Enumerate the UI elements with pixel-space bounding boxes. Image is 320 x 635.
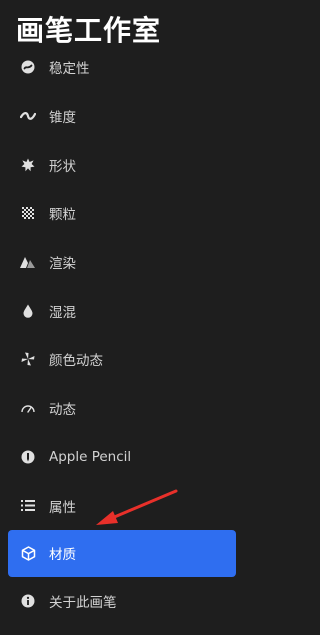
menu-item-label: 材质 [49, 547, 76, 564]
material-cube-icon [20, 545, 36, 561]
shape-burst-icon [20, 157, 36, 173]
menu-item-grain[interactable]: 颗粒 [0, 189, 244, 238]
brush-studio-panel: 画笔工作室 稳定性 锥度 形状 颗粒 渲染 湿混 颜色动态 动态 Apple P… [0, 0, 244, 635]
menu-item-dynamics[interactable]: 动态 [0, 384, 244, 433]
menu-item-label: 稳定性 [49, 61, 90, 78]
menu-item-shape[interactable]: 形状 [0, 140, 244, 189]
menu-item-properties[interactable]: 属性 [0, 481, 244, 530]
menu-item-label: 属性 [49, 499, 76, 516]
menu-item-label: 关于此画笔 [49, 595, 117, 612]
taper-wave-icon [20, 108, 36, 124]
rendering-icon [20, 254, 36, 270]
info-icon [20, 593, 36, 609]
menu-item-label: 动态 [49, 402, 76, 419]
menu-item-taper[interactable]: 锥度 [0, 92, 244, 141]
menu-item-label: 颗粒 [49, 207, 76, 224]
menu-item-apple-pencil[interactable]: Apple Pencil [0, 433, 244, 482]
menu-item-about-brush[interactable]: 关于此画笔 [0, 577, 244, 626]
properties-list-icon [20, 498, 36, 514]
menu-item-label: 湿混 [49, 304, 76, 321]
menu-item-label: 颜色动态 [49, 353, 103, 370]
menu-item-material[interactable]: 材质 [8, 529, 236, 577]
menu-item-color-dynamics[interactable]: 颜色动态 [0, 335, 244, 384]
wet-mix-drop-icon [20, 303, 36, 319]
apple-pencil-icon [20, 449, 36, 465]
dynamics-gauge-icon [20, 400, 36, 416]
menu-item-wet-mix[interactable]: 湿混 [0, 286, 244, 335]
menu-item-label: Apple Pencil [49, 448, 132, 465]
menu-item-stabilization[interactable]: 稳定性 [0, 43, 244, 92]
menu-item-label: 形状 [49, 158, 76, 175]
grain-pattern-icon [20, 205, 36, 221]
menu-item-rendering[interactable]: 渲染 [0, 238, 244, 287]
menu-item-label: 锥度 [49, 110, 76, 127]
color-dynamics-icon [20, 351, 36, 367]
menu-item-label: 渲染 [49, 256, 76, 273]
brush-studio-menu: 稳定性 锥度 形状 颗粒 渲染 湿混 颜色动态 动态 Apple Pencil … [0, 43, 244, 626]
stabilization-icon [20, 59, 36, 75]
